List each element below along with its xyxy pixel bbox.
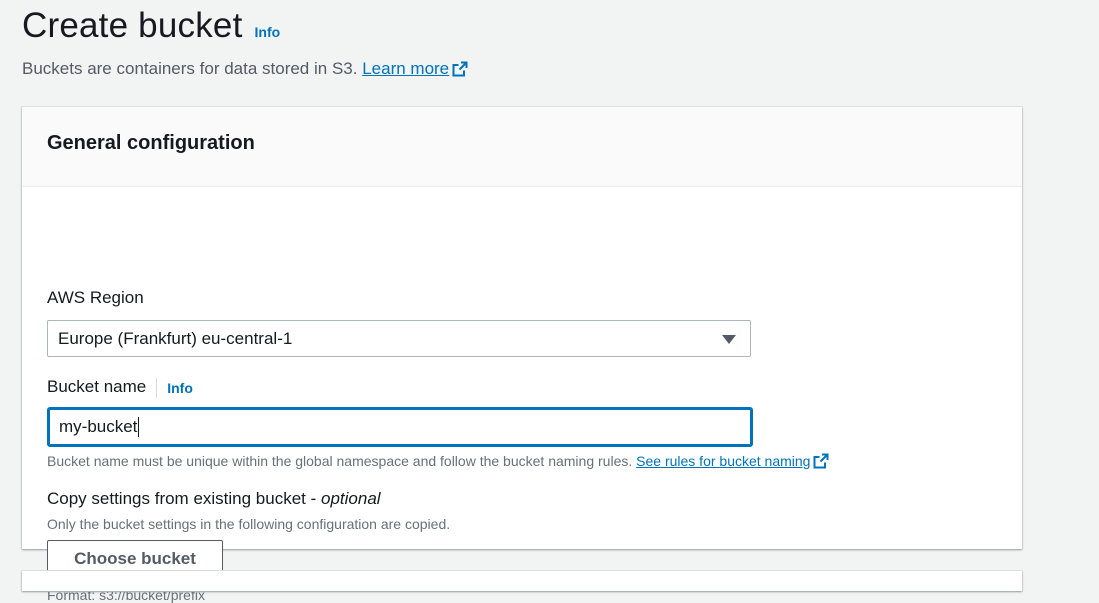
description-text: Buckets are containers for data stored i… <box>22 59 358 78</box>
bucket-name-value: my-bucket <box>59 417 138 436</box>
bucket-name-label-row: Bucket name Info <box>47 377 193 398</box>
page-description: Buckets are containers for data stored i… <box>22 57 1022 84</box>
bucket-name-hint: Bucket name must be unique within the gl… <box>47 453 633 469</box>
bucket-name-hint-row: Bucket name must be unique within the gl… <box>47 453 829 472</box>
external-link-icon[interactable] <box>813 453 829 472</box>
page-title: Create bucket <box>22 6 243 45</box>
panel-title: General configuration <box>47 132 255 154</box>
region-select[interactable]: Europe (Frankfurt) eu-central-1 <box>47 320 751 357</box>
region-label: AWS Region <box>47 288 144 307</box>
bucket-name-info-link[interactable]: Info <box>167 380 193 396</box>
bucket-name-label: Bucket name <box>47 377 147 396</box>
copy-settings-label: Copy settings from existing bucket - <box>47 489 317 508</box>
page-header: Create bucket Info Buckets are container… <box>22 4 1022 84</box>
learn-more-label: Learn more <box>362 59 450 78</box>
bucket-name-input[interactable]: my-bucket <box>47 407 753 447</box>
info-link[interactable]: Info <box>255 24 281 40</box>
text-cursor <box>138 417 140 437</box>
panel-header: General configuration <box>22 107 1022 187</box>
rules-link[interactable]: See rules for bucket naming <box>636 453 810 469</box>
next-panel <box>22 571 1022 591</box>
optional-label: optional <box>321 489 381 508</box>
external-link-icon[interactable] <box>452 60 468 84</box>
rules-link-label: See rules for bucket naming <box>636 453 811 469</box>
region-value: Europe (Frankfurt) eu-central-1 <box>58 328 293 348</box>
copy-settings-label-row: Copy settings from existing bucket - opt… <box>47 489 381 509</box>
general-configuration-panel: General configuration AWS Region Europe … <box>22 107 1022 603</box>
title-row: Create bucket Info <box>22 4 1022 48</box>
copy-settings-description: Only the bucket settings in the followin… <box>47 516 451 532</box>
info-divider: Info <box>156 377 193 398</box>
caret-down-icon <box>722 335 736 344</box>
learn-more-link[interactable]: Learn more <box>362 59 449 78</box>
